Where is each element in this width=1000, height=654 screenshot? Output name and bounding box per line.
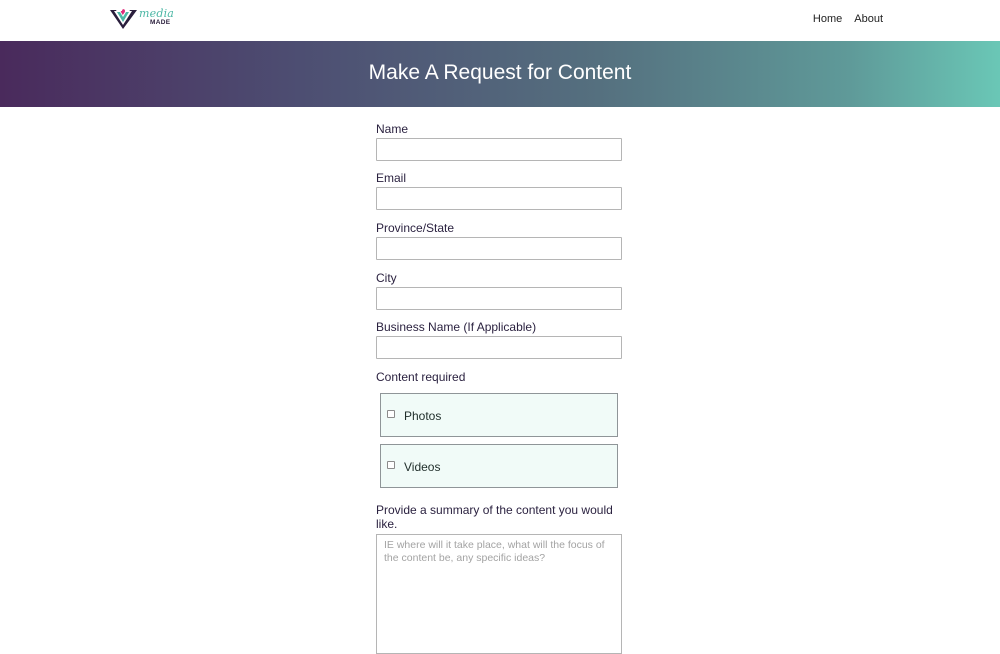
videos-option[interactable]: Videos: [380, 444, 618, 488]
logo-mark-icon: [110, 9, 137, 29]
name-label: Name: [376, 122, 409, 136]
nav-links: Home About: [813, 13, 883, 25]
summary-label: Provide a summary of the content you wou…: [376, 503, 613, 531]
top-navbar: media MADE Home About: [0, 0, 1000, 41]
photos-checkbox[interactable]: [387, 410, 395, 418]
nav-link-about[interactable]: About: [854, 13, 883, 25]
videos-checkbox[interactable]: [387, 461, 395, 469]
photos-option-label: Photos: [404, 409, 442, 423]
business-name-field[interactable]: [376, 336, 622, 359]
photos-option[interactable]: Photos: [380, 393, 618, 437]
media-made-logo[interactable]: media MADE: [109, 7, 179, 30]
business-name-label: Business Name (If Applicable): [376, 320, 537, 334]
nav-link-home[interactable]: Home: [813, 13, 842, 25]
name-field[interactable]: [376, 138, 622, 161]
videos-option-label: Videos: [404, 460, 441, 474]
province-state-field[interactable]: [376, 237, 622, 260]
province-state-label: Province/State: [376, 221, 455, 235]
content-required-label: Content required: [376, 370, 466, 384]
email-field[interactable]: [376, 187, 622, 210]
hero-banner: Make A Request for Content: [0, 41, 1000, 107]
email-label: Email: [376, 171, 407, 185]
summary-textarea[interactable]: IE where will it take place, what will t…: [376, 534, 622, 654]
logo-word-made: MADE: [150, 19, 171, 26]
page-title: Make A Request for Content: [368, 61, 632, 84]
city-label: City: [376, 271, 397, 285]
city-field[interactable]: [376, 287, 622, 310]
